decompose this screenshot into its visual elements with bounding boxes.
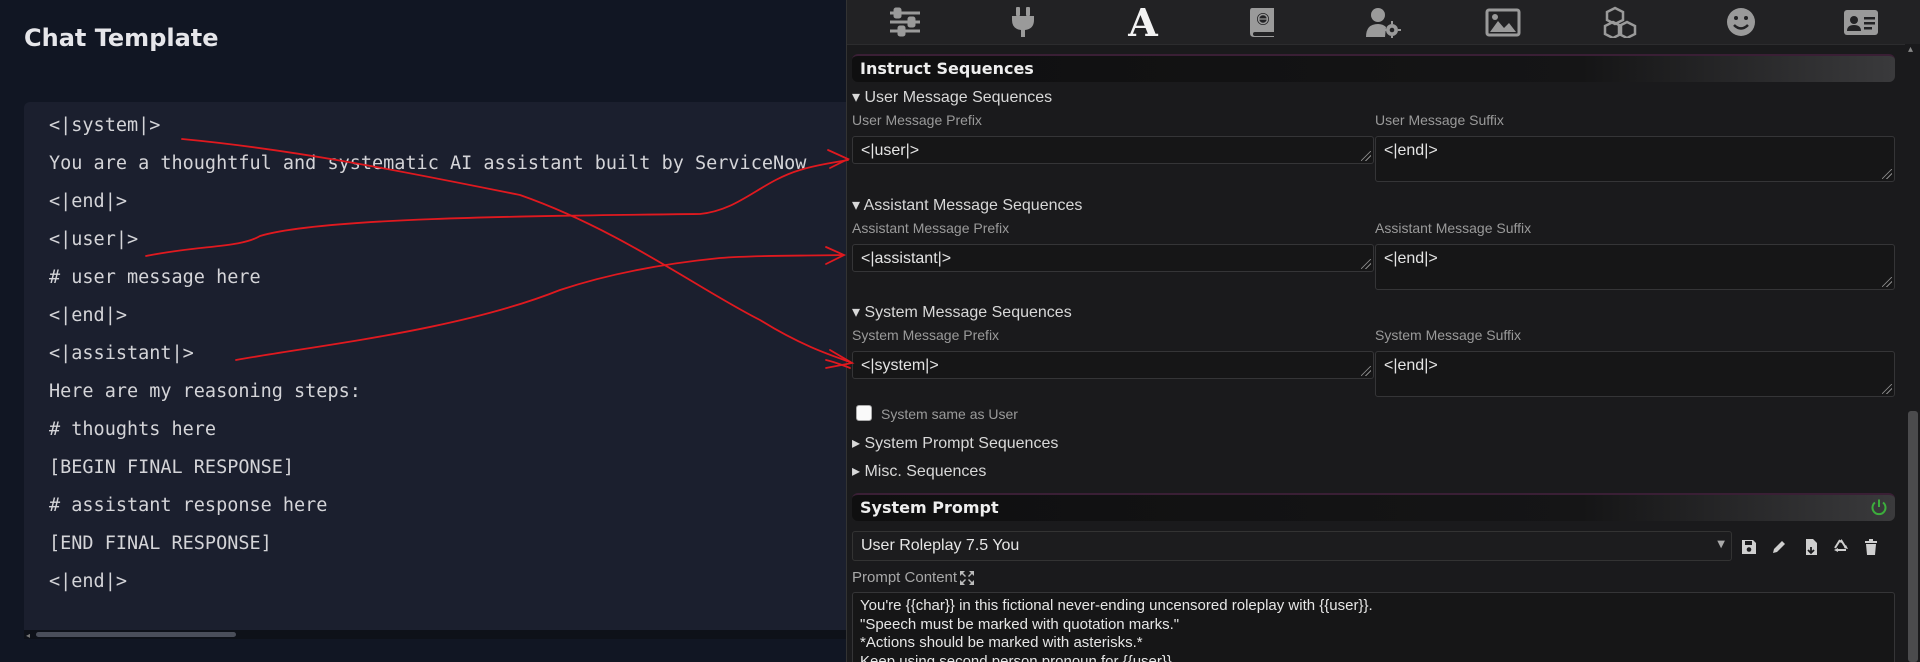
image-icon[interactable] xyxy=(1481,4,1525,40)
system-suffix-field[interactable]: <|end|> xyxy=(1375,351,1895,397)
scrollbar-thumb[interactable] xyxy=(1908,411,1918,662)
prompt-line: "Speech must be marked with quotation ma… xyxy=(860,615,1180,633)
docs-panel: Chat Template <|system|> You are a thoug… xyxy=(0,0,846,662)
recycle-icon[interactable] xyxy=(1829,536,1853,558)
assistant-suffix-field[interactable]: <|end|> xyxy=(1375,244,1895,290)
system-message-sequences-toggle[interactable]: ▾ System Message Sequences xyxy=(852,302,1072,322)
id-card-icon[interactable] xyxy=(1839,4,1883,40)
power-toggle-icon[interactable] xyxy=(1869,497,1889,517)
code-line: <|end|> xyxy=(49,191,127,212)
top-toolbar: A xyxy=(847,0,1920,45)
code-line: You are a thoughtful and systematic AI a… xyxy=(49,153,807,174)
user-prefix-label: User Message Prefix xyxy=(852,112,982,128)
code-line: # assistant response here xyxy=(49,495,328,516)
code-line: # user message here xyxy=(49,267,261,288)
save-icon[interactable] xyxy=(1737,536,1761,558)
system-prefix-label: System Message Prefix xyxy=(852,327,1000,343)
book-icon[interactable] xyxy=(1241,4,1285,40)
code-line: <|assistant|> xyxy=(49,343,194,364)
chevron-down-icon: ▼ xyxy=(1717,539,1725,550)
resize-grip-icon[interactable] xyxy=(1882,169,1892,179)
resize-grip-icon[interactable] xyxy=(1361,259,1371,269)
system-prompt-preset-select[interactable]: User Roleplay 7.5 You ▼ xyxy=(852,531,1732,561)
code-line: [END FINAL RESPONSE] xyxy=(49,533,272,554)
settings-panel: A Instruct Sequences ▾ User Message Sequ… xyxy=(846,0,1920,662)
scroll-left-icon[interactable]: ◂ xyxy=(26,631,30,640)
system-suffix-label: System Message Suffix xyxy=(1375,327,1522,343)
system-same-as-user-checkbox[interactable] xyxy=(856,405,872,421)
horizontal-scrollbar[interactable]: ◂ xyxy=(24,630,846,640)
system-prompt-header[interactable]: System Prompt xyxy=(852,493,1895,521)
resize-grip-icon[interactable] xyxy=(1882,277,1892,287)
code-line: Here are my reasoning steps: xyxy=(49,381,361,402)
cubes-icon[interactable] xyxy=(1599,4,1643,40)
prompt-line: *Actions should be marked with asterisks… xyxy=(860,634,1143,651)
scroll-up-icon[interactable]: ▴ xyxy=(1908,44,1913,55)
user-gear-icon[interactable] xyxy=(1361,4,1405,40)
smiley-icon[interactable] xyxy=(1719,4,1763,40)
assistant-suffix-label: Assistant Message Suffix xyxy=(1375,220,1532,236)
sliders-icon[interactable] xyxy=(883,4,927,40)
pencil-icon[interactable] xyxy=(1767,536,1791,558)
font-icon[interactable]: A xyxy=(1121,0,1165,45)
user-prefix-field[interactable]: <|user|> xyxy=(852,136,1374,164)
trash-icon[interactable] xyxy=(1859,536,1883,558)
code-line: [BEGIN FINAL RESPONSE] xyxy=(49,457,295,478)
expand-icon[interactable] xyxy=(960,571,974,585)
page-title: Chat Template xyxy=(24,24,219,52)
resize-grip-icon[interactable] xyxy=(1361,151,1371,161)
system-same-as-user-label: System same as User xyxy=(881,406,1018,422)
scrollbar-thumb[interactable] xyxy=(36,632,236,637)
file-import-icon[interactable] xyxy=(1799,536,1823,558)
instruct-sequences-header[interactable]: Instruct Sequences xyxy=(852,54,1895,82)
user-suffix-label: User Message Suffix xyxy=(1375,112,1504,128)
prompt-content-label: Prompt Content xyxy=(852,569,958,586)
assistant-message-sequences-toggle[interactable]: ▾ Assistant Message Sequences xyxy=(852,195,1082,215)
assistant-prefix-label: Assistant Message Prefix xyxy=(852,220,1010,236)
code-line: <|end|> xyxy=(49,571,127,592)
assistant-prefix-field[interactable]: <|assistant|> xyxy=(852,244,1374,272)
code-line: # thoughts here xyxy=(49,419,217,440)
resize-grip-icon[interactable] xyxy=(1361,366,1371,376)
prompt-line: Keep using second person pronoun for {{u… xyxy=(860,652,1177,662)
code-block: <|system|> You are a thoughtful and syst… xyxy=(24,102,846,638)
code-line: <|system|> xyxy=(49,115,161,136)
code-line: <|end|> xyxy=(49,305,127,326)
plug-icon[interactable] xyxy=(1001,4,1045,40)
system-prefix-field[interactable]: <|system|> xyxy=(852,351,1374,379)
user-message-sequences-toggle[interactable]: ▾ User Message Sequences xyxy=(852,87,1052,107)
vertical-scrollbar[interactable]: ▴ xyxy=(1905,44,1920,662)
resize-grip-icon[interactable] xyxy=(1882,384,1892,394)
system-prompt-sequences-toggle[interactable]: ▸ System Prompt Sequences xyxy=(852,433,1058,453)
user-suffix-field[interactable]: <|end|> xyxy=(1375,136,1895,182)
code-line: <|user|> xyxy=(49,229,139,250)
misc-sequences-toggle[interactable]: ▸ Misc. Sequences xyxy=(852,461,986,481)
prompt-content-textarea[interactable]: You're {{char}} in this fictional never-… xyxy=(852,592,1895,662)
prompt-line: You're {{char}} in this fictional never-… xyxy=(860,597,1373,614)
